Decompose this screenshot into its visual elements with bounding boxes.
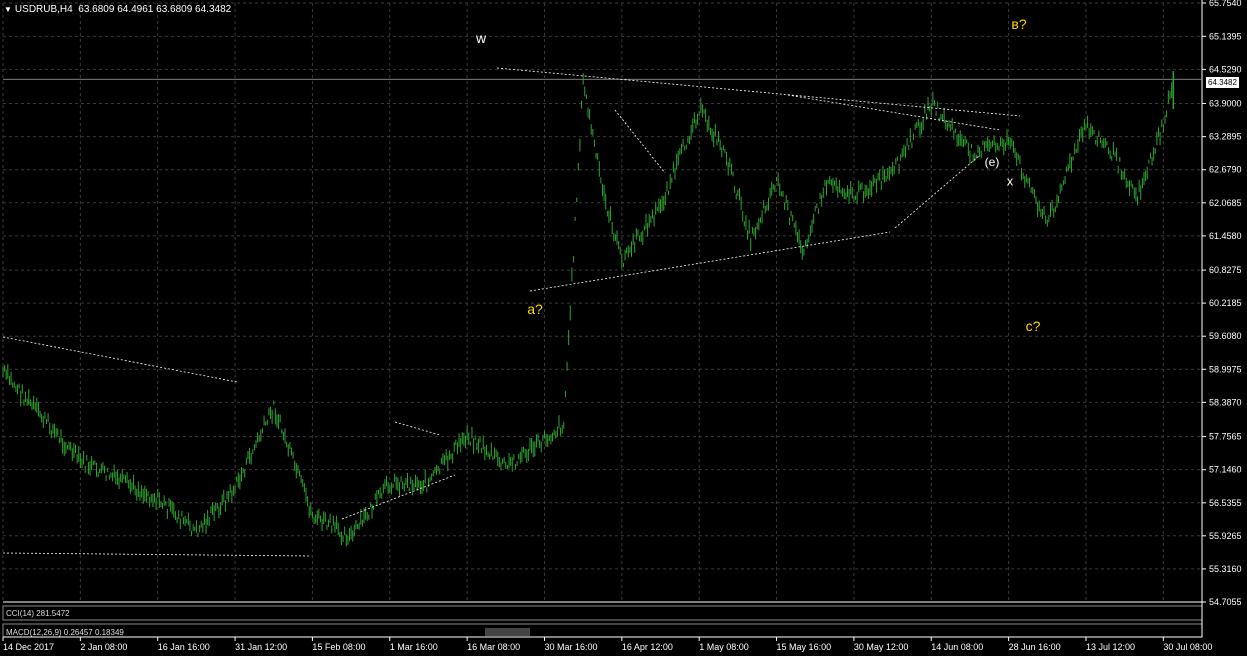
x-tick-label: 1 Mar 16:00 (390, 642, 438, 652)
y-tick-label: 57.1460 (1209, 465, 1242, 475)
x-tick-label: 30 Mar 16:00 (544, 642, 597, 652)
y-tick-label: 60.8275 (1209, 265, 1242, 275)
wave-label-x: x (1006, 173, 1014, 189)
x-tick-label: 30 May 12:00 (854, 642, 909, 652)
chart-header: ▼ USDRUB,H4 63.6809 64.4961 63.6809 64.34… (4, 4, 231, 15)
x-tick-label: 14 Dec 2017 (3, 642, 54, 652)
x-tick-label: 1 May 08:00 (699, 642, 749, 652)
x-tick-label: 31 Jan 12:00 (235, 642, 287, 652)
macd-histogram (485, 628, 530, 636)
x-tick-label: 28 Jun 16:00 (1009, 642, 1061, 652)
ohlc-label: 63.6809 64.4961 63.6809 64.3482 (78, 4, 232, 15)
dropdown-triangle-icon[interactable]: ▼ (4, 5, 12, 14)
symbol-label: USDRUB,H4 (14, 4, 73, 15)
y-tick-label: 63.2895 (1209, 132, 1242, 142)
wave-label-a: a? (527, 301, 543, 317)
cci-indicator-label: CCI(14) 281.5472 (6, 609, 70, 618)
y-tick-label: 56.5355 (1209, 498, 1242, 508)
y-tick-label: 60.2185 (1209, 298, 1242, 308)
macd-indicator-label: MACD(12,26,9) 0.26457 0.18349 (6, 628, 124, 637)
x-tick-label: 2 Jan 08:00 (80, 642, 127, 652)
wave-label-e: (e) (984, 155, 1000, 169)
wave-label-w: w (475, 30, 487, 46)
x-tick-label: 14 Jun 08:00 (931, 642, 983, 652)
y-tick-label: 55.3160 (1209, 564, 1242, 574)
y-tick-label: 64.5290 (1209, 64, 1242, 74)
y-tick-label: 65.1395 (1209, 31, 1242, 41)
x-tick-label: 30 Jul 08:00 (1163, 642, 1212, 652)
y-tick-label: 59.6080 (1209, 331, 1242, 341)
x-tick-label: 15 May 16:00 (777, 642, 832, 652)
wave-label-b: в? (1011, 16, 1027, 32)
y-tick-label: 55.9265 (1209, 531, 1242, 541)
chart-background (0, 0, 1247, 656)
y-tick-label: 62.0685 (1209, 198, 1242, 208)
y-tick-label: 54.7055 (1209, 597, 1242, 607)
price-chart[interactable]: 65.7540 65.1395 64.5290 63.9000 63.2895 62.67… (0, 0, 1247, 656)
x-tick-label: 15 Feb 08:00 (312, 642, 365, 652)
y-tick-label: 62.6790 (1209, 165, 1242, 175)
y-tick-label: 57.7565 (1209, 432, 1242, 442)
y-tick-label: 58.3870 (1209, 397, 1242, 407)
x-tick-label: 16 Mar 08:00 (467, 642, 520, 652)
y-tick-label: 58.9975 (1209, 364, 1242, 374)
y-tick-label: 61.4580 (1209, 231, 1242, 241)
x-tick-label: 16 Jan 16:00 (158, 642, 210, 652)
current-price-tag: 64.3482 (1206, 77, 1239, 88)
x-tick-label: 13 Jul 12:00 (1086, 642, 1135, 652)
wave-label-c: c? (1025, 318, 1041, 334)
y-tick-label: 63.9000 (1209, 99, 1242, 109)
x-tick-label: 16 Apr 12:00 (622, 642, 673, 652)
y-tick-label: 65.7540 (1209, 0, 1242, 8)
